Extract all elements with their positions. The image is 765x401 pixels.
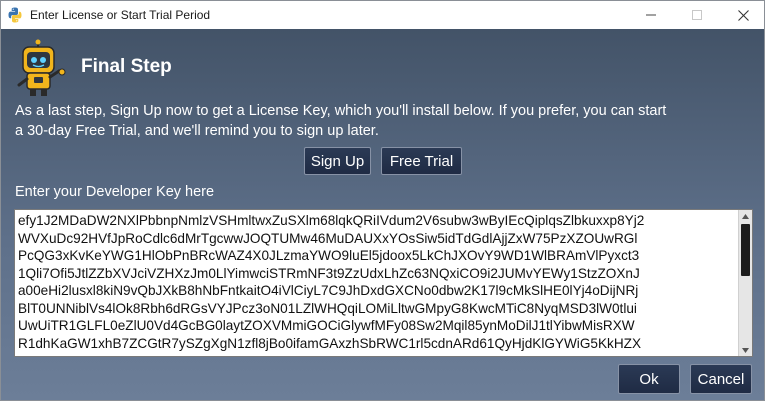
developer-key-textarea[interactable]: efy1J2MDaDW2NXlPbbnpNmlzVSHmltwxZuSXlm68…: [14, 209, 753, 357]
ok-button[interactable]: Ok: [618, 364, 680, 394]
python-logo-icon: [8, 7, 22, 23]
instructions-text: As a last step, Sign Up now to get a Lic…: [15, 103, 667, 139]
cancel-button[interactable]: Cancel: [690, 364, 752, 394]
maximize-icon: [692, 10, 702, 20]
scroll-up-button[interactable]: [739, 210, 752, 222]
close-icon: [737, 9, 749, 21]
minimize-icon: [646, 14, 656, 16]
developer-key-label: Enter your Developer Key here: [15, 184, 215, 200]
free-trial-button[interactable]: Free Trial: [381, 147, 462, 175]
window-title: Enter License or Start Trial Period: [30, 8, 211, 22]
chevron-down-icon: [742, 347, 749, 353]
close-button[interactable]: [720, 1, 764, 29]
title-bar: Enter License or Start Trial Period: [1, 1, 764, 29]
minimize-button[interactable]: [628, 1, 674, 29]
vertical-scrollbar[interactable]: [738, 210, 752, 356]
scroll-down-button[interactable]: [739, 344, 752, 356]
license-dialog: Enter License or Start Trial Period Fina…: [0, 0, 765, 401]
chevron-up-icon: [742, 213, 749, 219]
robot-mascot-icon: [17, 39, 66, 96]
developer-key-value[interactable]: efy1J2MDaDW2NXlPbbnpNmlzVSHmltwxZuSXlm68…: [15, 210, 739, 356]
maximize-button[interactable]: [674, 1, 720, 29]
scrollbar-thumb[interactable]: [741, 224, 750, 276]
sign-up-button[interactable]: Sign Up: [304, 147, 371, 175]
page-title: Final Step: [81, 56, 172, 77]
